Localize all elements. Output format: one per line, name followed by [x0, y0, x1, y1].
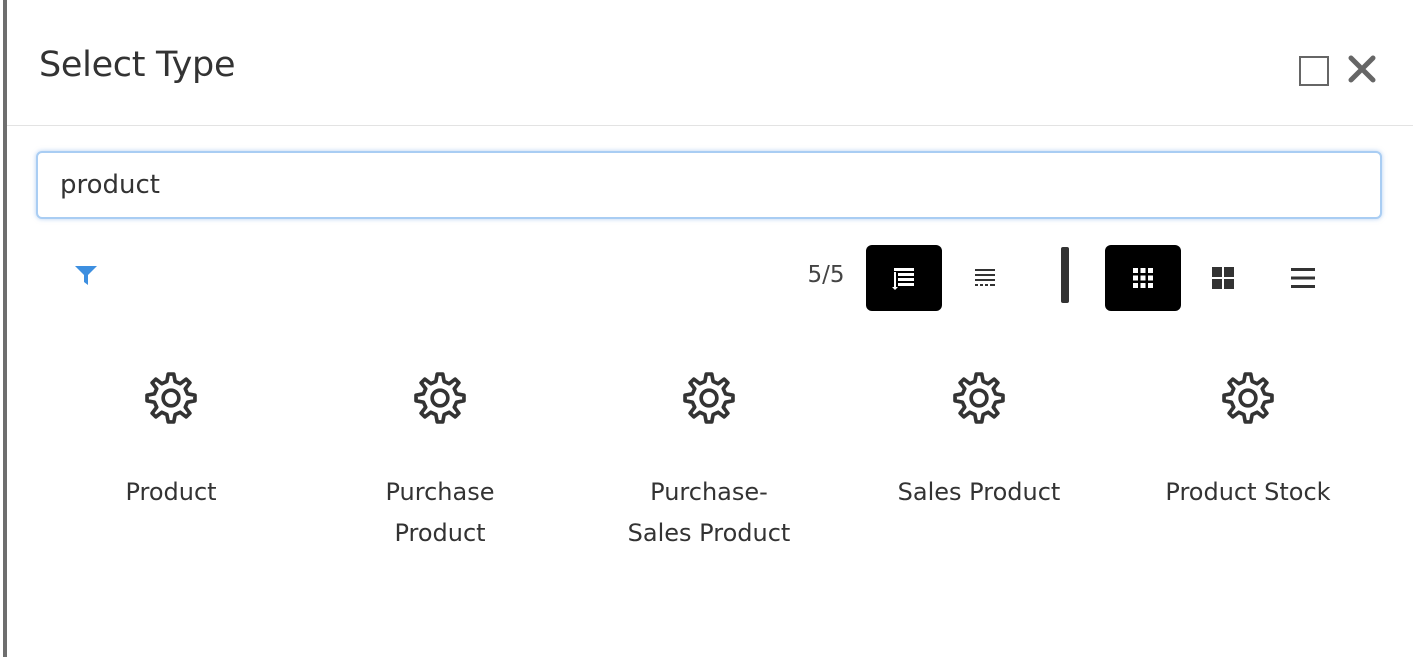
large-grid-icon [1212, 267, 1234, 289]
details-view-button[interactable] [1265, 245, 1341, 311]
small-grid-view-button[interactable] [1105, 245, 1181, 311]
type-tile-label: Product [125, 478, 217, 506]
type-tile[interactable]: Product Stock [1133, 355, 1363, 565]
type-tile-label: Purchase- Sales Product [627, 478, 791, 547]
small-grid-icon [1133, 268, 1153, 288]
maximize-button[interactable] [1299, 56, 1329, 86]
gear-icon [414, 372, 466, 424]
gear-icon [1222, 372, 1274, 424]
type-tile[interactable]: Product [56, 355, 286, 565]
gear-icon [145, 372, 197, 424]
type-tile-label: Sales Product [897, 478, 1061, 506]
type-tile[interactable]: Purchase- Sales Product [594, 355, 824, 565]
menu-lines-icon [1291, 268, 1315, 288]
dialog-header: Select Type [7, 0, 1413, 126]
toolbar-divider [1061, 247, 1069, 303]
dialog-title: Select Type [39, 45, 236, 85]
search-input[interactable] [36, 151, 1382, 219]
list-view-button[interactable] [866, 245, 942, 311]
type-tile-label: Purchase Product [385, 478, 495, 547]
close-button[interactable] [1345, 52, 1379, 86]
type-tile[interactable]: Purchase Product [325, 355, 555, 565]
filter-icon [75, 266, 97, 285]
gear-icon [683, 372, 735, 424]
compact-list-view-button[interactable] [947, 245, 1023, 311]
compact-list-icon [975, 269, 995, 286]
list-view-icon [892, 268, 914, 290]
result-count: 5/5 [807, 262, 845, 288]
filter-button[interactable] [74, 265, 98, 287]
gear-icon [953, 372, 1005, 424]
type-tile-label: Product Stock [1165, 478, 1331, 506]
close-icon [1348, 55, 1376, 83]
type-tile[interactable]: Sales Product [864, 355, 1094, 565]
large-grid-view-button[interactable] [1185, 245, 1261, 311]
